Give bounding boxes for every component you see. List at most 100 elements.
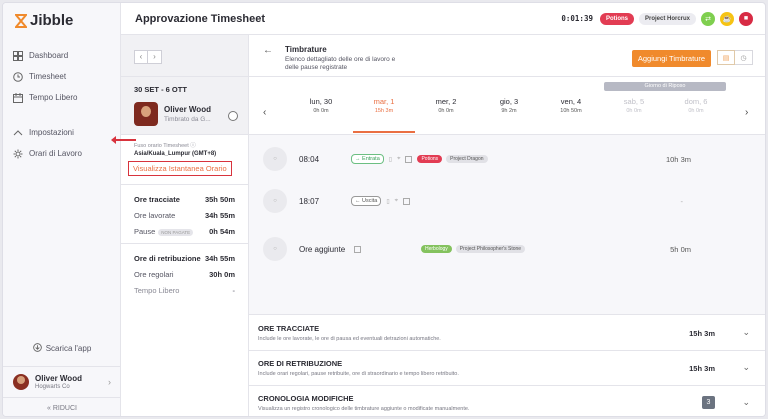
switch-activity-button[interactable]: ⇄	[701, 11, 715, 26]
sidebar-item-orari-di-lavoro[interactable]: Orari di Lavoro	[3, 143, 121, 164]
entry-row[interactable]: ○ 18:07 ← Uscita ▯ ⌖ -	[263, 185, 753, 217]
summary-edit-history[interactable]: CRONOLOGIA MODIFICHE Visualizza un regis…	[249, 386, 765, 416]
stat-row: Ore di retribuzione 34h 55m	[134, 253, 235, 263]
day-tab[interactable]: ven, 4 10h 50m	[541, 97, 601, 114]
sidebar-item-label: Dashboard	[29, 51, 69, 60]
entries-list: ○ 08:04 → Entrata ▯ ⌖ Potions Project Dr…	[249, 135, 765, 315]
activity-chip: Herbology	[421, 245, 452, 253]
user-org: Hogwarts Co	[35, 383, 70, 390]
summary-payroll-hours[interactable]: ORE DI RETRIBUZIONE Include orari regola…	[249, 351, 765, 386]
dashboard-icon	[13, 50, 23, 61]
timezone-value: Asia/Kuala_Lumpur (GMT+8)	[134, 151, 217, 157]
previous-period-button[interactable]: ‹	[134, 50, 148, 64]
entry-status-dot: ○	[263, 147, 287, 171]
chevron-down-icon[interactable]: ⌄	[742, 397, 750, 408]
stat-row: Ore lavorate 34h 55m	[134, 210, 235, 220]
history-count-badge: 3	[702, 396, 715, 409]
arrow-out-icon: ←	[355, 198, 363, 204]
location-icon: ⌖	[394, 197, 399, 204]
list-icon: ▤	[722, 54, 730, 62]
download-label: Scarica l'app	[45, 344, 92, 353]
download-icon	[32, 343, 42, 354]
user-profile[interactable]: Oliver Wood Hogwarts Co ›	[3, 366, 121, 396]
entry-row[interactable]: ○ Ore aggiunte Herbology Project Philoso…	[263, 233, 753, 265]
timezone-section: Fuso orario Timesheet ⓘ Asia/Kuala_Lumpu…	[121, 135, 248, 176]
view-schedule-snapshot-link[interactable]: Visualizza Istantanea Orario	[128, 161, 232, 176]
sidebar-item-label: Orari di Lavoro	[29, 149, 82, 158]
sidebar-item-tempo-libero[interactable]: Tempo Libero	[3, 87, 121, 108]
chevron-down-icon[interactable]: ⌄	[742, 362, 750, 373]
stat-row: Ore regolari 30h 0m	[134, 269, 235, 279]
clock-in-tag: → Entrata	[351, 154, 384, 164]
top-header: Approvazione Timesheet 0:01:39 Potions P…	[121, 3, 765, 35]
active-day-indicator	[353, 131, 415, 133]
entry-status-dot: ○	[263, 189, 287, 213]
user-name: Oliver Wood	[35, 373, 82, 383]
sidebar-item-label: Tempo Libero	[29, 93, 78, 102]
entry-duration: 5h 0m	[670, 244, 691, 254]
note-icon	[354, 245, 361, 253]
note-icon	[405, 155, 413, 163]
entry-duration: -	[680, 196, 684, 206]
sidebar-item-dashboard[interactable]: Dashboard	[3, 45, 121, 66]
stat-row: Tempo Libero -	[134, 285, 235, 295]
day-tab[interactable]: sab, 5 0h 0m	[604, 97, 664, 114]
timesheet-detail: ← Timbrature Elenco dettagliato delle or…	[249, 35, 765, 416]
current-activity-badge[interactable]: Potions	[599, 12, 634, 25]
collapse-label: RIDUCI	[52, 405, 77, 412]
list-view-button[interactable]: ▤	[717, 50, 735, 65]
clock-out-tag: ← Uscita	[351, 196, 382, 206]
summary-tracked-hours[interactable]: ORE TRACCIATE Include le ore lavorate, l…	[249, 316, 765, 351]
employee-subtitle: Timbrato da G...	[164, 116, 211, 123]
chevron-right-icon: ›	[108, 376, 111, 387]
back-arrow-icon[interactable]: ←	[263, 45, 273, 57]
sidebar-item-label: Timesheet	[29, 72, 67, 81]
collapse-sidebar-button[interactable]: « RIDUCI	[3, 397, 121, 416]
detail-subtitle: Elenco dettagliato delle ore di lavoro e…	[285, 56, 396, 71]
avatar	[13, 373, 29, 390]
logo[interactable]: Jibble	[15, 12, 73, 29]
break-button[interactable]: ☕	[720, 11, 734, 26]
clock-icon: ◷	[740, 54, 747, 62]
employee-panel: ‹ › 30 SET - 6 OTT Oliver Wood Timbrato …	[121, 35, 249, 416]
timer-display: 0:01:39	[561, 14, 593, 23]
coffee-icon: ☕	[722, 15, 732, 23]
annotation-arrow	[111, 136, 136, 144]
day-tab[interactable]: dom, 6 0h 0m	[666, 97, 726, 114]
sidebar-item-impostazioni[interactable]: Impostazioni	[3, 122, 121, 143]
entry-duration: 10h 3m	[665, 154, 691, 164]
sidebar: Jibble Dashboard Timesheet Tempo Libero	[3, 3, 121, 416]
project-chip: Project Dragon	[446, 155, 488, 163]
next-day-button[interactable]: ›	[745, 107, 748, 118]
switch-icon: ⇄	[705, 15, 711, 23]
day-tab[interactable]: mer, 2 0h 0m	[416, 97, 476, 114]
arrow-in-icon: →	[355, 156, 363, 162]
chevron-right-icon: ›	[153, 52, 156, 61]
view-toggle: ▤ ◷	[717, 50, 753, 65]
sidebar-item-timesheet[interactable]: Timesheet	[3, 66, 121, 87]
stop-button[interactable]: ■	[739, 11, 753, 26]
day-tab[interactable]: mar, 1 15h 3m	[354, 97, 414, 114]
employee-name: Oliver Wood	[164, 105, 211, 114]
previous-day-button[interactable]: ‹	[263, 107, 266, 118]
unpaid-chip: NON PAGATE	[158, 228, 194, 236]
timeline-view-button[interactable]: ◷	[735, 50, 753, 65]
sidebar-item-label: Impostazioni	[29, 128, 74, 137]
select-radio[interactable]	[228, 111, 238, 121]
current-project-badge[interactable]: Project Horcrux	[638, 12, 696, 25]
next-period-button[interactable]: ›	[148, 50, 162, 64]
project-chip: Project Philosopher's Stone	[455, 245, 526, 253]
day-tab[interactable]: lun, 30 0h 0m	[291, 97, 351, 114]
calendar-icon	[13, 92, 23, 103]
entry-row[interactable]: ○ 08:04 → Entrata ▯ ⌖ Potions Project Dr…	[263, 143, 753, 175]
logo-text: Jibble	[30, 12, 74, 29]
day-tab[interactable]: gio, 3 9h 2m	[479, 97, 539, 114]
period-navigation: ‹ ›	[134, 50, 162, 64]
device-icon: ▯	[388, 156, 393, 163]
stat-row: Ore tracciate 35h 50m	[134, 194, 235, 204]
download-app-button[interactable]: Scarica l'app	[3, 343, 121, 354]
add-entries-button[interactable]: Aggiungi Timbrature	[631, 50, 711, 67]
chevron-down-icon[interactable]: ⌄	[742, 327, 750, 338]
chevron-left-icon: ‹	[139, 52, 143, 61]
clock-icon	[13, 71, 23, 82]
